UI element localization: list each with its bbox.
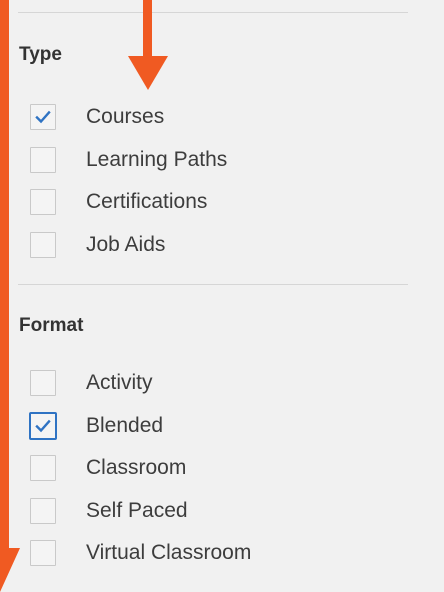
activity-label: Activity	[86, 371, 153, 395]
virtual-classroom-checkbox[interactable]	[30, 540, 56, 567]
annotation-arrow-shaft	[143, 0, 152, 58]
format-filter-virtual-classroom[interactable]: Virtual Classroom	[30, 532, 251, 575]
type-section-title: Type	[19, 44, 62, 65]
annotation-vertical-line	[0, 0, 9, 548]
format-filter-list: Activity Blended Classroom Self Paced Vi…	[30, 362, 251, 575]
type-filter-list: Courses Learning Paths Certifications Jo…	[30, 96, 227, 266]
virtual-classroom-label: Virtual Classroom	[86, 541, 252, 565]
format-filter-self-paced[interactable]: Self Paced	[30, 490, 251, 533]
format-filter-classroom[interactable]: Classroom	[30, 447, 251, 490]
format-filter-activity[interactable]: Activity	[30, 362, 251, 405]
type-filter-certifications[interactable]: Certifications	[30, 181, 227, 224]
activity-checkbox[interactable]	[30, 370, 56, 397]
filter-panel: Type Courses Learning Paths Certificatio…	[0, 0, 444, 592]
check-icon	[35, 111, 51, 124]
job-aids-checkbox[interactable]	[30, 231, 56, 258]
certifications-label: Certifications	[86, 190, 208, 214]
section-divider	[18, 284, 408, 285]
job-aids-label: Job Aids	[86, 232, 166, 256]
type-filter-learning-paths[interactable]: Learning Paths	[30, 139, 227, 182]
annotation-arrow-head-icon	[128, 56, 168, 90]
courses-label: Courses	[86, 105, 165, 129]
format-section-title: Format	[19, 315, 84, 336]
classroom-label: Classroom	[86, 456, 187, 480]
check-icon	[35, 419, 51, 432]
self-paced-checkbox[interactable]	[30, 497, 56, 524]
blended-label: Blended	[86, 413, 164, 437]
certifications-checkbox[interactable]	[30, 189, 56, 216]
learning-paths-checkbox[interactable]	[30, 146, 56, 173]
self-paced-label: Self Paced	[86, 498, 188, 522]
learning-paths-label: Learning Paths	[86, 147, 228, 171]
classroom-checkbox[interactable]	[30, 455, 56, 482]
type-filter-courses[interactable]: Courses	[30, 96, 227, 139]
format-filter-blended[interactable]: Blended	[30, 405, 251, 448]
top-divider	[18, 12, 408, 13]
type-filter-job-aids[interactable]: Job Aids	[30, 224, 227, 267]
courses-checkbox[interactable]	[30, 104, 56, 131]
annotation-down-arrow-icon	[0, 530, 20, 592]
blended-checkbox[interactable]	[30, 412, 56, 439]
